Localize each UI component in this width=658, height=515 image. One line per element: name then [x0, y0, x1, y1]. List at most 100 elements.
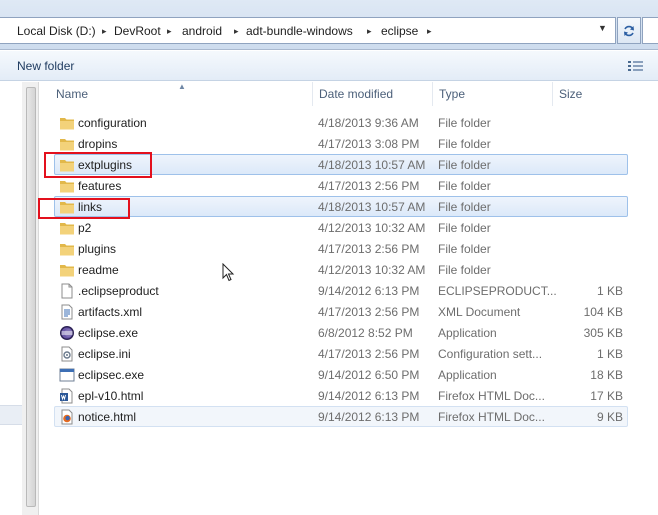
file-type: File folder — [438, 137, 491, 151]
file-name: eclipse.ini — [78, 347, 131, 361]
list-item-selected[interactable]: links 4/18/2013 10:57 AM File folder — [54, 196, 628, 217]
file-name: notice.html — [78, 410, 137, 424]
scrollbar-thumb[interactable] — [26, 87, 36, 507]
list-item[interactable]: epl-v10.html 9/14/2012 6:13 PM Firefox H… — [54, 385, 628, 406]
column-header-type-label: Type — [439, 87, 466, 101]
folder-icon — [60, 244, 74, 256]
blank-file-icon — [61, 283, 73, 299]
file-type: ECLIPSEPRODUCT... — [438, 284, 557, 298]
column-header-size-label: Size — [559, 87, 583, 101]
column-header-date[interactable]: Date modified — [312, 82, 432, 106]
list-item[interactable]: eclipsec.exe 9/14/2012 6:50 PM Applicati… — [54, 364, 628, 385]
column-header-size[interactable]: Size — [552, 82, 628, 106]
file-size: 305 KB — [583, 326, 623, 340]
sort-ascending-icon: ▲ — [178, 82, 186, 91]
file-size: 17 KB — [590, 389, 623, 403]
breadcrumb[interactable]: Local Disk (D:) ▸ DevRoot ▸ android ▸ ad… — [0, 17, 616, 44]
crumb-local-disk[interactable]: Local Disk (D:) — [17, 23, 96, 39]
file-date: 9/14/2012 6:13 PM — [318, 410, 420, 424]
file-date: 9/14/2012 6:13 PM — [318, 389, 420, 403]
file-type: File folder — [438, 116, 491, 130]
refresh-button[interactable] — [617, 17, 641, 44]
column-header-type[interactable]: Type — [432, 82, 552, 106]
column-header-name-label: Name — [56, 87, 89, 101]
file-name: p2 — [78, 221, 92, 235]
file-name: readme — [78, 263, 119, 277]
file-date: 4/17/2013 2:56 PM — [318, 179, 420, 193]
list-item[interactable]: readme 4/12/2013 10:32 AM File folder — [54, 259, 628, 280]
file-date: 9/14/2012 6:50 PM — [318, 368, 420, 382]
app-icon — [59, 368, 75, 382]
file-size: 9 KB — [596, 410, 623, 424]
file-type: File folder — [438, 221, 491, 235]
file-type: File folder — [438, 179, 491, 193]
highlight-box-extplugins — [44, 152, 152, 178]
file-date: 4/12/2013 10:32 AM — [318, 221, 426, 235]
refresh-icon — [624, 25, 634, 36]
search-input[interactable] — [642, 17, 658, 44]
crumb-android[interactable]: android — [182, 23, 222, 39]
file-date: 4/18/2013 10:57 AM — [318, 200, 426, 214]
firefox-html-icon — [61, 409, 73, 425]
ini-file-icon — [61, 346, 73, 362]
file-name: dropins — [78, 137, 118, 151]
crumb-eclipse[interactable]: eclipse — [381, 23, 418, 39]
html-doc-icon — [60, 388, 73, 404]
file-type: File folder — [438, 158, 491, 172]
file-name: eclipsec.exe — [78, 368, 145, 382]
list-item[interactable]: artifacts.xml 4/17/2013 2:56 PM XML Docu… — [54, 301, 628, 322]
file-name: eclipse.exe — [78, 326, 139, 340]
file-name: configuration — [78, 116, 147, 130]
eclipse-icon — [60, 326, 74, 340]
view-options-icon[interactable] — [628, 60, 644, 72]
file-type: File folder — [438, 263, 491, 277]
crumb-separator-icon[interactable]: ▸ — [167, 23, 172, 39]
crumb-separator-icon[interactable]: ▸ — [102, 23, 107, 39]
file-name: plugins — [78, 242, 117, 256]
folder-icon — [60, 223, 74, 235]
crumb-adt-bundle[interactable]: adt-bundle-windows — [246, 23, 353, 39]
list-item[interactable]: configuration 4/18/2013 9:36 AM File fol… — [54, 112, 628, 133]
mouse-cursor-icon — [222, 263, 235, 282]
column-header-bar: Name ▲ Date modified Type Size — [40, 82, 658, 106]
navigation-pane[interactable] — [0, 82, 22, 515]
folder-icon — [60, 265, 74, 277]
crumb-separator-icon[interactable]: ▸ — [234, 23, 239, 39]
list-item[interactable]: p2 4/12/2013 10:32 AM File folder — [54, 217, 628, 238]
file-name: features — [78, 179, 122, 193]
chevron-down-icon[interactable]: ▼ — [598, 23, 607, 33]
file-date: 9/14/2012 6:13 PM — [318, 284, 420, 298]
file-type: XML Document — [438, 305, 521, 319]
folder-icon — [60, 118, 74, 130]
file-size: 18 KB — [590, 368, 623, 382]
list-item[interactable]: eclipse.exe 6/8/2012 8:52 PM Application… — [54, 322, 628, 343]
crumb-separator-icon[interactable]: ▸ — [367, 23, 372, 39]
file-date: 6/8/2012 8:52 PM — [318, 326, 413, 340]
list-item[interactable]: features 4/17/2013 2:56 PM File folder — [54, 175, 628, 196]
column-header-date-label: Date modified — [319, 87, 394, 101]
file-type: File folder — [438, 242, 491, 256]
list-item[interactable]: notice.html 9/14/2012 6:13 PM Firefox HT… — [54, 406, 628, 427]
list-item[interactable]: .eclipseproduct 9/14/2012 6:13 PM ECLIPS… — [54, 280, 628, 301]
file-size: 1 KB — [596, 347, 623, 361]
file-name: artifacts.xml — [78, 305, 143, 319]
crumb-separator-icon[interactable]: ▸ — [427, 23, 432, 39]
file-date: 4/17/2013 2:56 PM — [318, 242, 420, 256]
new-folder-button[interactable]: New folder — [17, 59, 74, 73]
folder-icon — [60, 181, 74, 193]
file-type: Firefox HTML Doc... — [438, 410, 545, 424]
xml-file-icon — [61, 304, 73, 320]
list-item[interactable]: dropins 4/17/2013 3:08 PM File folder — [54, 133, 628, 154]
highlight-box-links — [38, 198, 130, 219]
file-type: File folder — [438, 200, 491, 214]
file-type: Application — [438, 368, 497, 382]
file-size: 1 KB — [596, 284, 623, 298]
crumb-devroot[interactable]: DevRoot — [114, 23, 161, 39]
navigation-pane-selected-item[interactable] — [0, 405, 22, 425]
list-item[interactable]: eclipse.ini 4/17/2013 2:56 PM Configurat… — [54, 343, 628, 364]
list-item[interactable]: plugins 4/17/2013 2:56 PM File folder — [54, 238, 628, 259]
folder-icon — [60, 139, 74, 151]
file-date: 4/17/2013 3:08 PM — [318, 137, 420, 151]
file-date: 4/18/2013 9:36 AM — [318, 116, 419, 130]
address-bar-area: Local Disk (D:) ▸ DevRoot ▸ android ▸ ad… — [0, 0, 658, 50]
